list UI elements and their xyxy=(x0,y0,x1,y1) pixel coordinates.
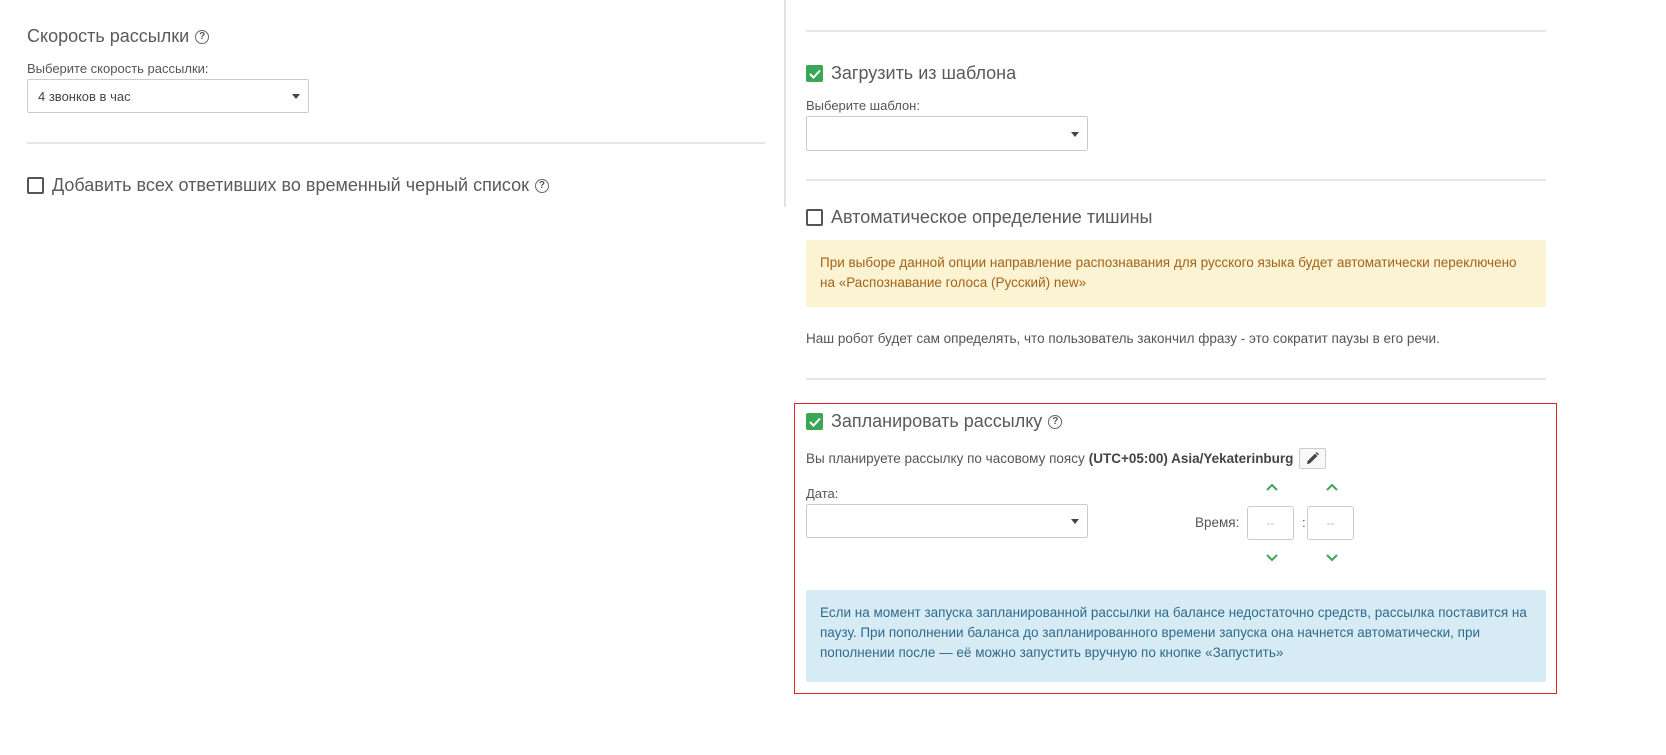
caret-down-icon xyxy=(292,94,300,99)
speed-section-title: Скорость рассылки ? xyxy=(27,26,210,47)
chevron-up-icon[interactable] xyxy=(1266,483,1278,491)
minutes-input[interactable]: -- xyxy=(1307,506,1354,540)
caret-down-icon xyxy=(1071,519,1079,524)
speed-select-value: 4 звонков в час xyxy=(38,88,131,104)
silence-checkbox[interactable] xyxy=(806,209,823,226)
check-icon xyxy=(808,417,821,427)
blacklist-option[interactable]: Добавить всех ответивших во временный че… xyxy=(27,175,549,196)
speed-select-label: Выберите скорость рассылки: xyxy=(27,61,209,76)
speed-select[interactable]: 4 звонков в час xyxy=(27,79,309,113)
date-select[interactable] xyxy=(806,504,1088,538)
pencil-icon xyxy=(1307,452,1320,464)
blacklist-checkbox[interactable] xyxy=(27,177,44,194)
date-label: Дата: xyxy=(806,486,839,501)
speed-title-text: Скорость рассылки xyxy=(27,26,190,46)
help-icon[interactable]: ? xyxy=(534,178,549,193)
section-divider xyxy=(806,179,1546,181)
template-select[interactable] xyxy=(806,116,1088,151)
schedule-option[interactable]: Запланировать рассылку ? xyxy=(806,411,1063,432)
section-divider xyxy=(806,378,1546,380)
silence-checkbox-label: Автоматическое определение тишины xyxy=(831,207,1153,227)
check-icon xyxy=(808,69,821,79)
chevron-down-icon[interactable] xyxy=(1266,554,1278,562)
silence-warning-alert: При выборе данной опции направление расп… xyxy=(806,240,1546,307)
edit-timezone-button[interactable] xyxy=(1299,448,1327,469)
template-option[interactable]: Загрузить из шаблона xyxy=(806,63,1016,84)
template-checkbox-label: Загрузить из шаблона xyxy=(831,63,1017,83)
silence-description: Наш робот будет сам определять, что поль… xyxy=(806,331,1440,346)
time-label: Время: xyxy=(1195,515,1240,530)
template-checkbox[interactable] xyxy=(806,65,823,82)
caret-down-icon xyxy=(1071,131,1079,137)
schedule-checkbox[interactable] xyxy=(806,413,823,430)
silence-option[interactable]: Автоматическое определение тишины xyxy=(806,207,1153,228)
time-separator: : xyxy=(1302,515,1306,530)
help-icon[interactable]: ? xyxy=(195,29,210,44)
chevron-down-icon[interactable] xyxy=(1326,554,1338,562)
help-icon[interactable]: ? xyxy=(1048,414,1063,429)
timezone-prefix: Вы планируете рассылку по часовому поясу xyxy=(806,451,1085,466)
timezone-value: (UTC+05:00) Asia/Yekaterinburg xyxy=(1088,451,1294,466)
timezone-line: Вы планируете рассылку по часовому поясу… xyxy=(806,448,1327,469)
balance-info-alert: Если на момент запуска запланированной р… xyxy=(806,590,1546,682)
column-divider xyxy=(784,0,786,207)
blacklist-label: Добавить всех ответивших во временный че… xyxy=(52,175,529,195)
template-select-label: Выберите шаблон: xyxy=(806,98,920,113)
schedule-checkbox-label: Запланировать рассылку xyxy=(831,411,1043,431)
section-divider xyxy=(806,30,1546,32)
chevron-up-icon[interactable] xyxy=(1326,483,1338,491)
section-divider xyxy=(27,142,765,144)
hours-input[interactable]: -- xyxy=(1247,506,1294,540)
